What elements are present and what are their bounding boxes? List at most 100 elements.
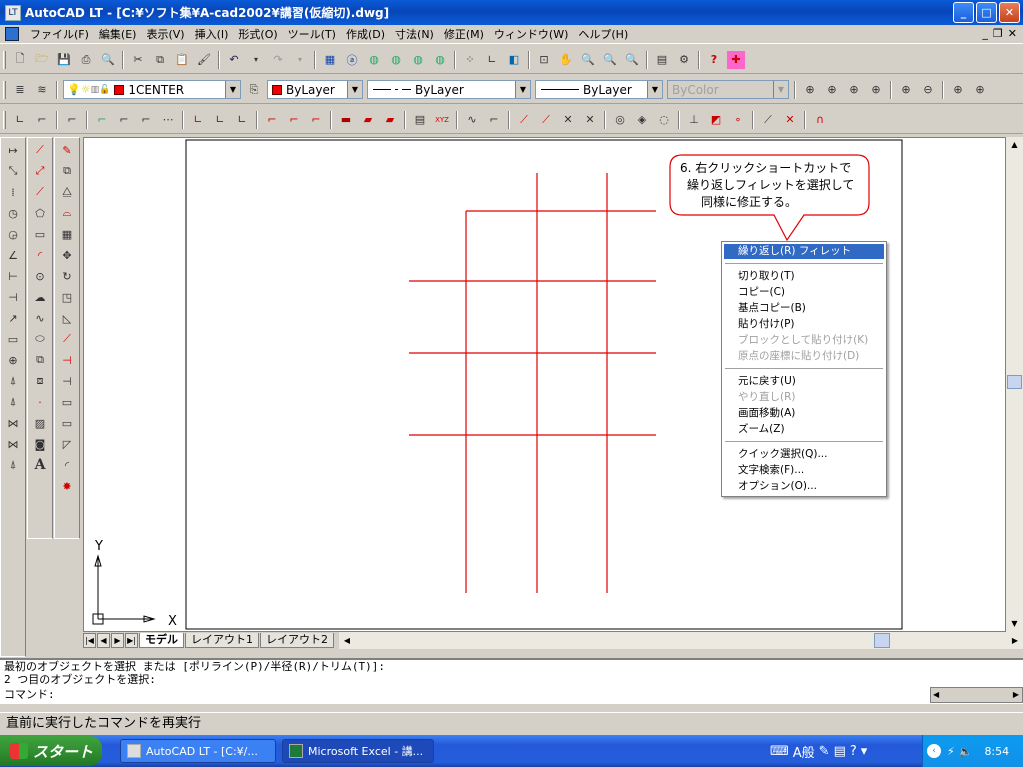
dim-angular-icon[interactable]: ⌐	[137, 111, 155, 129]
last-tab-icon[interactable]: ▶|	[125, 633, 138, 648]
fillet-icon[interactable]: ◜	[58, 456, 76, 474]
chamfer-icon[interactable]: ◸	[58, 435, 76, 453]
menu-format[interactable]: 形式(O)	[233, 26, 282, 43]
quick-dim-icon[interactable]: ⋯	[159, 111, 177, 129]
match-properties-icon[interactable]: 🖌	[195, 51, 213, 69]
hyperlink-icon[interactable]: ◍	[431, 51, 449, 69]
snap-center-icon[interactable]: ◎	[611, 111, 629, 129]
menu-item-cut[interactable]: 切り取り(T)	[724, 268, 884, 284]
vertical-scrollbar[interactable]: ▲ ▼	[1006, 137, 1023, 632]
named-views-icon[interactable]: ◧	[505, 51, 523, 69]
layer-combo[interactable]: 💡 ☼ ▥ 🔓 1CENTER ▼	[63, 80, 241, 99]
chevron-down-icon[interactable]: ▼	[515, 81, 530, 98]
snap-intersection-icon[interactable]: ✕	[559, 111, 577, 129]
scroll-right-arrow-icon[interactable]: ▶	[1013, 688, 1019, 702]
taskbar-autocad-button[interactable]: AutoCAD LT - [C:¥/...	[120, 739, 276, 763]
scroll-down-arrow-icon[interactable]: ▼	[1006, 616, 1023, 632]
ime-mode[interactable]: A般	[793, 742, 815, 761]
scroll-left-arrow-icon[interactable]: ◀	[339, 632, 355, 649]
redo-icon[interactable]: ↷	[269, 51, 287, 69]
menu-item-pan[interactable]: 画面移動(A)	[724, 405, 884, 421]
redo-dropdown-icon[interactable]: ▾	[291, 51, 309, 69]
tolerance-icon[interactable]: ⌐	[263, 111, 281, 129]
polygon-icon[interactable]: ⬠	[31, 204, 49, 222]
tab-model[interactable]: モデル	[139, 633, 184, 648]
hatch-icon[interactable]: ▨	[31, 414, 49, 432]
offset-icon[interactable]: ⌓	[58, 204, 76, 222]
dim-override-icon[interactable]: ⋈	[4, 435, 22, 453]
zoom-dynamic-icon[interactable]: ⊕	[823, 81, 841, 99]
dim-update-icon[interactable]: ▬	[337, 111, 355, 129]
chevron-down-icon[interactable]: ▼	[225, 81, 240, 98]
linear-dim-icon[interactable]: ↦	[4, 141, 22, 159]
snap-midpoint-icon[interactable]: ⟋	[537, 111, 555, 129]
zoom-window-icon[interactable]: 🔍	[601, 51, 619, 69]
zoom-scale-icon[interactable]: ⊕	[845, 81, 863, 99]
osnap-settings-icon[interactable]: ∩	[811, 111, 829, 129]
point-icon[interactable]: ·	[31, 393, 49, 411]
polyline-icon[interactable]: ⟋	[31, 183, 49, 201]
zoom-out-icon[interactable]: ⊖	[919, 81, 937, 99]
dim-update-icon[interactable]: ⍋	[4, 456, 22, 474]
menu-modify[interactable]: 修正(M)	[439, 26, 489, 43]
leader-icon[interactable]: ↗	[4, 309, 22, 327]
multiline-text-icon[interactable]: A	[31, 456, 49, 474]
zoom-realtime-icon[interactable]: 🔍	[579, 51, 597, 69]
menu-draw[interactable]: 作成(D)	[341, 26, 390, 43]
snap-endpoint-icon[interactable]: ⟋	[515, 111, 533, 129]
menu-tools[interactable]: ツール(T)	[283, 26, 341, 43]
dim-edit-icon[interactable]: ⌐	[307, 111, 325, 129]
copy-icon[interactable]: ⧉	[151, 51, 169, 69]
array-icon[interactable]: ▦	[58, 225, 76, 243]
revision-cloud-icon[interactable]: ☁	[31, 288, 49, 306]
aerial-view-icon[interactable]: ⊡	[535, 51, 553, 69]
web-open-icon[interactable]: ◍	[387, 51, 405, 69]
tray-network-icon[interactable]: ⚡	[947, 745, 955, 758]
start-button[interactable]: スタート	[0, 736, 102, 766]
menu-item-copy[interactable]: コピー(C)	[724, 284, 884, 300]
menu-window[interactable]: ウィンドウ(W)	[489, 26, 573, 43]
dim-style-icon[interactable]: ▰	[359, 111, 377, 129]
snap-insertion-icon[interactable]: ◩	[707, 111, 725, 129]
print-preview-icon[interactable]: 🔍	[99, 51, 117, 69]
close-button[interactable]: ✕	[999, 2, 1020, 23]
settings-icon[interactable]: ⚙	[675, 51, 693, 69]
region-icon[interactable]: ◙	[31, 435, 49, 453]
tab-layout2[interactable]: レイアウト2	[260, 633, 334, 648]
print-icon[interactable]: ⎙	[77, 51, 95, 69]
scroll-right-arrow-icon[interactable]: ▶	[1007, 632, 1023, 649]
dim-text-edit-icon[interactable]: ⍋	[4, 393, 22, 411]
snap-from-icon[interactable]: ⌐	[485, 111, 503, 129]
keyboard-icon[interactable]: ⌨	[770, 744, 789, 759]
next-tab-icon[interactable]: ▶	[111, 633, 124, 648]
mirror-icon[interactable]: ⧋	[58, 183, 76, 201]
horizontal-scrollbar[interactable]: ◀ ▶	[339, 632, 1023, 649]
zoom-window-icon[interactable]: ⊕	[801, 81, 819, 99]
scale-icon[interactable]: ◳	[58, 288, 76, 306]
save-icon[interactable]: 💾	[55, 51, 73, 69]
plugin-icon[interactable]: ✚	[727, 50, 745, 69]
layer-manager-icon[interactable]: ≣	[11, 81, 29, 99]
menu-item-quick-select[interactable]: クイック選択(Q)...	[724, 446, 884, 462]
cut-icon[interactable]: ✂	[129, 51, 147, 69]
zoom-in-icon[interactable]: ⊕	[897, 81, 915, 99]
color-combo[interactable]: ByLayer ▼	[267, 80, 363, 99]
tray-expand-icon[interactable]: ‹	[927, 744, 941, 758]
chevron-down-icon[interactable]: ▼	[647, 81, 662, 98]
dim-style-icon[interactable]: ⋈	[4, 414, 22, 432]
center-mark-icon[interactable]: ⊕	[4, 351, 22, 369]
construction-line-icon[interactable]: ⤢	[31, 162, 49, 180]
minimize-button[interactable]: _	[953, 2, 974, 23]
diameter-dim-icon[interactable]: ◶	[4, 225, 22, 243]
scroll-left-arrow-icon[interactable]: ◀	[933, 688, 939, 702]
stretch-icon[interactable]: ◺	[58, 309, 76, 327]
radius-dim-icon[interactable]: ◷	[4, 204, 22, 222]
trim-icon[interactable]: ⊣	[58, 351, 76, 369]
clock[interactable]: 8:54	[984, 745, 1009, 758]
circle-icon[interactable]: ⊙	[31, 267, 49, 285]
move-icon[interactable]: ✥	[58, 246, 76, 264]
menu-item-options[interactable]: オプション(O)...	[724, 478, 884, 494]
tolerance-icon[interactable]: ▭	[4, 330, 22, 348]
dim-ordinate-icon[interactable]: ⌐	[63, 111, 81, 129]
dim-leader-icon[interactable]: ∟	[233, 111, 251, 129]
